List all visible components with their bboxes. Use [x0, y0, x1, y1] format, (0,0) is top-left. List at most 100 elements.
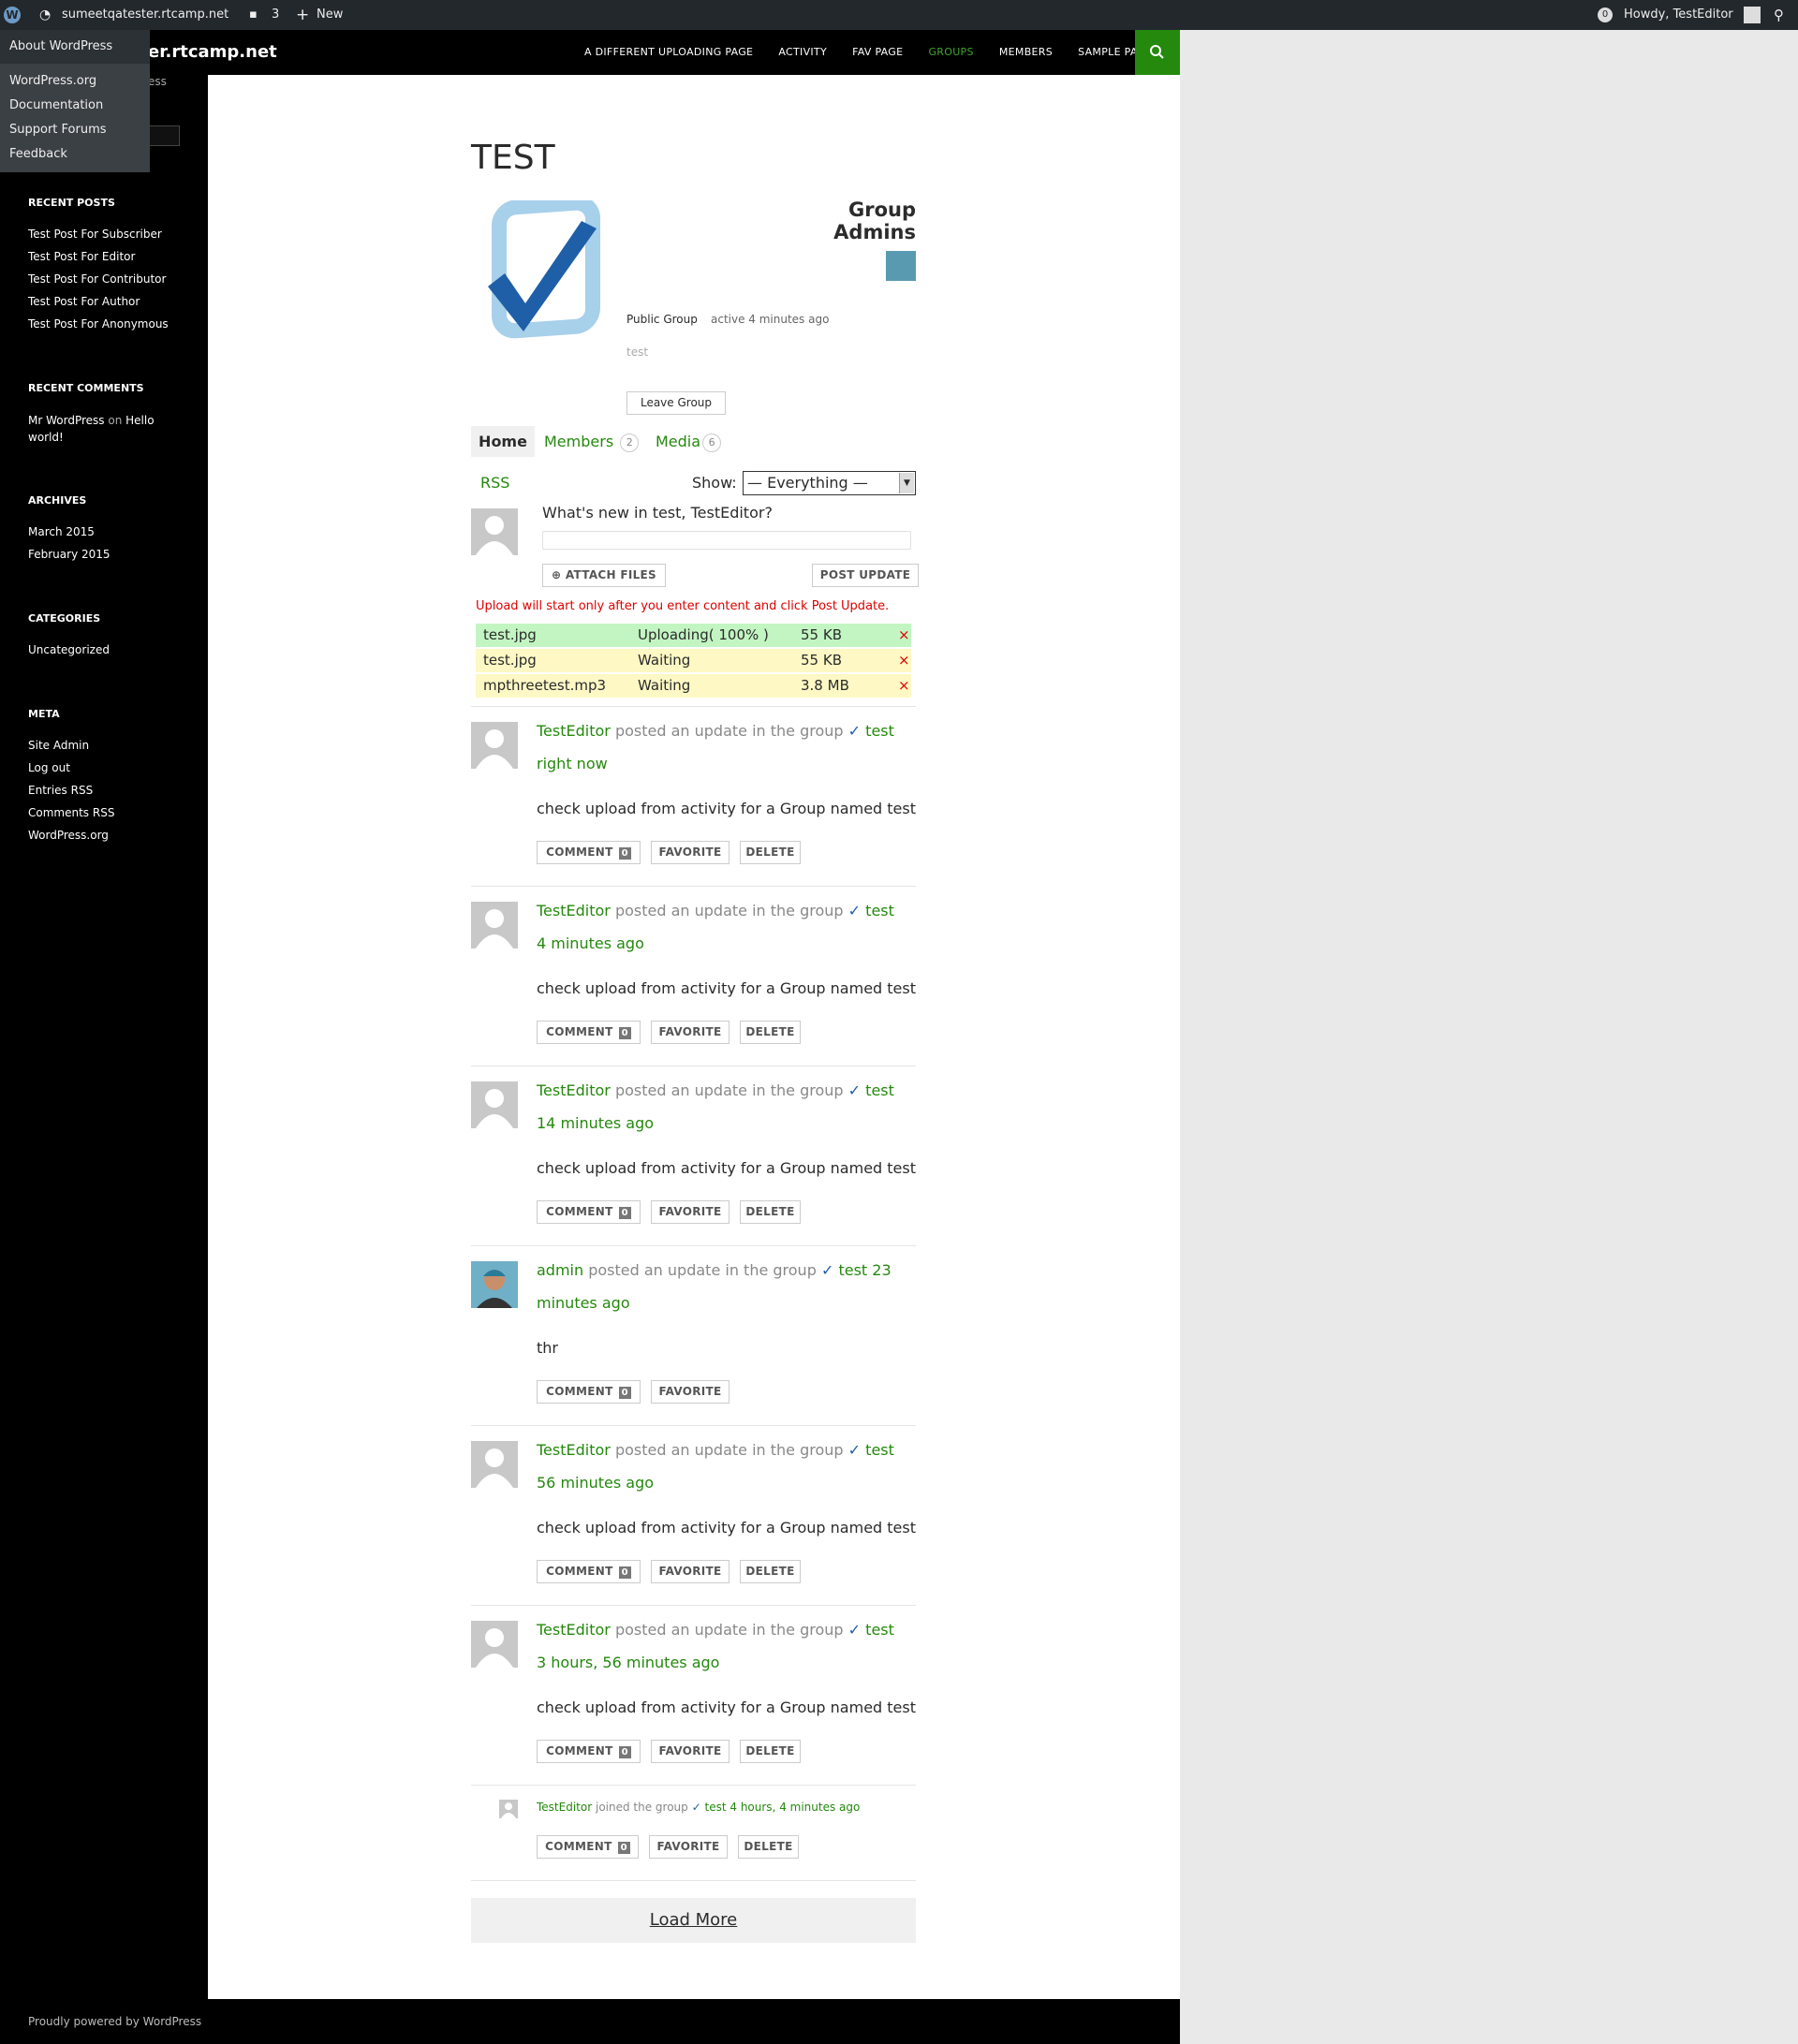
comment-button[interactable]: COMMENT 0: [537, 1740, 641, 1763]
remove-upload-icon[interactable]: ×: [898, 674, 910, 698]
activity-time-link[interactable]: 56 minutes ago: [537, 1474, 654, 1492]
comment-author-link[interactable]: Mr WordPress: [28, 414, 105, 427]
favorite-button[interactable]: FAVORITE: [651, 1021, 730, 1044]
comments-count[interactable]: 3: [272, 0, 279, 30]
comment-button[interactable]: COMMENT 0: [537, 1380, 641, 1404]
site-title[interactable]: er.rtcamp.net: [148, 30, 277, 75]
admin-bar-site-name[interactable]: sumeetqatester.rtcamp.net: [62, 0, 228, 30]
activity-time-link[interactable]: right now: [537, 755, 608, 772]
activity-filter-select[interactable]: — Everything — ▼: [743, 471, 916, 495]
comment-button[interactable]: COMMENT 0: [537, 841, 641, 864]
user-avatar[interactable]: [499, 1800, 518, 1818]
admin-avatar[interactable]: [886, 251, 916, 281]
admin-avatar[interactable]: [471, 1261, 518, 1308]
whats-new-textarea[interactable]: [542, 531, 911, 550]
load-more-button[interactable]: Load More: [471, 1898, 916, 1943]
activity-user-link[interactable]: TestEditor: [537, 1801, 592, 1814]
user-avatar[interactable]: [471, 902, 518, 948]
about-wordpress-link[interactable]: About WordPress: [0, 30, 150, 64]
tab-media[interactable]: Media 6: [656, 426, 722, 457]
comment-button[interactable]: COMMENT 0: [537, 1560, 641, 1583]
favorite-button[interactable]: FAVORITE: [651, 841, 730, 864]
delete-button[interactable]: DELETE: [738, 1835, 799, 1859]
activity-user-link[interactable]: TestEditor: [537, 902, 611, 919]
favorite-button[interactable]: FAVORITE: [651, 1560, 730, 1583]
support-forums-link[interactable]: Support Forums: [0, 118, 150, 142]
delete-button[interactable]: DELETE: [740, 1021, 801, 1044]
user-avatar[interactable]: [471, 1621, 518, 1668]
default-avatar-icon: [476, 516, 513, 555]
leave-group-button[interactable]: Leave Group: [626, 391, 726, 415]
activity-time-link[interactable]: 14 minutes ago: [537, 1114, 654, 1132]
activity-time-link[interactable]: 3 hours, 56 minutes ago: [537, 1654, 719, 1671]
category-link[interactable]: Uncategorized: [28, 641, 187, 658]
nav-item-uploading-page[interactable]: A DIFFERENT UPLOADING PAGE: [584, 30, 753, 75]
entries-rss-link[interactable]: Entries RSS: [28, 782, 187, 799]
wordpress-org-link[interactable]: WordPress.org: [28, 827, 187, 844]
footer-credit-link[interactable]: Proudly powered by WordPress: [28, 1999, 201, 2044]
delete-button[interactable]: DELETE: [740, 1740, 801, 1763]
activity-group-link[interactable]: test: [865, 1621, 894, 1639]
recent-post-link[interactable]: Test Post For Contributor: [28, 271, 187, 287]
tab-members[interactable]: Members 2: [544, 426, 640, 457]
recent-post-link[interactable]: Test Post For Subscriber: [28, 226, 187, 243]
archive-link[interactable]: February 2015: [28, 546, 187, 563]
archive-link[interactable]: March 2015: [28, 523, 187, 540]
activity-user-link[interactable]: admin: [537, 1261, 583, 1279]
activity-user-link[interactable]: TestEditor: [537, 1081, 611, 1099]
favorite-button[interactable]: FAVORITE: [651, 1200, 730, 1224]
activity-user-link[interactable]: TestEditor: [537, 1441, 611, 1459]
nav-item-fav-page[interactable]: FAV PAGE: [852, 30, 903, 75]
search-icon[interactable]: ⚲: [1774, 0, 1784, 30]
delete-button[interactable]: DELETE: [740, 1200, 801, 1224]
documentation-link[interactable]: Documentation: [0, 94, 150, 118]
user-avatar[interactable]: [471, 722, 518, 769]
attach-files-button[interactable]: ⊕ ATTACH FILES: [542, 564, 666, 587]
feedback-link[interactable]: Feedback: [0, 142, 150, 167]
favorite-button[interactable]: FAVORITE: [651, 1740, 730, 1763]
activity-user-link[interactable]: TestEditor: [537, 722, 611, 740]
user-avatar[interactable]: [471, 1081, 518, 1128]
remove-upload-icon[interactable]: ×: [898, 624, 910, 647]
recent-post-link[interactable]: Test Post For Author: [28, 293, 187, 310]
favorite-button[interactable]: FAVORITE: [651, 1380, 730, 1404]
activity-time-link[interactable]: 4 minutes ago: [537, 934, 644, 952]
nav-item-members[interactable]: MEMBERS: [999, 30, 1053, 75]
tab-home[interactable]: Home: [471, 426, 535, 457]
activity-time-link[interactable]: minutes ago: [537, 1294, 630, 1312]
remove-upload-icon[interactable]: ×: [898, 649, 910, 672]
activity-group-link[interactable]: test: [865, 1081, 894, 1099]
favorite-button[interactable]: FAVORITE: [649, 1835, 728, 1859]
comment-button[interactable]: COMMENT 0: [537, 1835, 639, 1859]
post-update-button[interactable]: POST UPDATE: [812, 564, 919, 587]
delete-button[interactable]: DELETE: [740, 841, 801, 864]
activity-group-link[interactable]: test: [865, 1441, 894, 1459]
comment-button[interactable]: COMMENT 0: [537, 1200, 641, 1224]
user-avatar[interactable]: [471, 1441, 518, 1488]
activity-group-link[interactable]: test: [705, 1801, 727, 1814]
site-admin-link[interactable]: Site Admin: [28, 737, 187, 754]
user-avatar: [471, 508, 518, 555]
recent-post-link[interactable]: Test Post For Anonymous: [28, 316, 187, 332]
upload-file-name: test.jpg: [483, 652, 537, 669]
comments-rss-link[interactable]: Comments RSS: [28, 804, 187, 821]
activity-user-link[interactable]: TestEditor: [537, 1621, 611, 1639]
sidebar-search-input[interactable]: [148, 125, 180, 146]
recent-post-link[interactable]: Test Post For Editor: [28, 248, 187, 265]
activity-group-link[interactable]: test: [865, 902, 894, 919]
notification-badge[interactable]: 0: [1598, 7, 1613, 22]
wporg-link[interactable]: WordPress.org: [0, 69, 150, 94]
rss-link[interactable]: RSS: [480, 474, 509, 492]
howdy-user-link[interactable]: Howdy, TestEditor: [1624, 0, 1733, 30]
comment-button[interactable]: COMMENT 0: [537, 1021, 641, 1044]
activity-group-link[interactable]: test 23: [838, 1261, 891, 1279]
header-search-button[interactable]: [1135, 30, 1180, 75]
activity-group-link[interactable]: test: [865, 722, 894, 740]
nav-item-activity[interactable]: ACTIVITY: [778, 30, 827, 75]
logout-link[interactable]: Log out: [28, 759, 187, 776]
wp-logo-icon[interactable]: W: [4, 7, 21, 23]
new-content-link[interactable]: New: [317, 0, 343, 30]
activity-time-link[interactable]: 4 hours, 4 minutes ago: [730, 1801, 860, 1814]
nav-item-groups[interactable]: GROUPS: [928, 30, 973, 75]
delete-button[interactable]: DELETE: [740, 1560, 801, 1583]
